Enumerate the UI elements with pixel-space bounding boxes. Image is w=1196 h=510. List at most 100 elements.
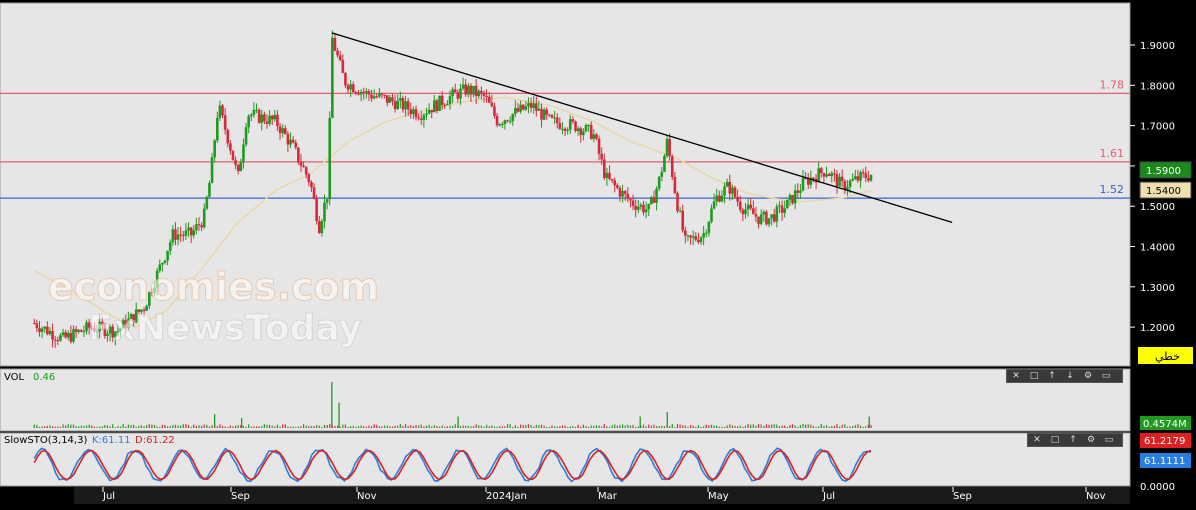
- volume-bar: [146, 425, 148, 428]
- candle-body: [786, 199, 789, 209]
- settings-icon[interactable]: ⚙: [1082, 434, 1100, 446]
- candle-body: [61, 332, 65, 336]
- volume-bar: [250, 426, 252, 428]
- candle-body: [388, 97, 392, 103]
- candle-body: [40, 328, 44, 332]
- volume-bar: [611, 425, 613, 428]
- volume-bar: [645, 426, 647, 428]
- window-icon[interactable]: □: [1025, 370, 1043, 382]
- volume-bar: [527, 424, 530, 428]
- candle-body: [435, 100, 439, 111]
- volume-bar: [133, 424, 135, 428]
- y-tick-label: 1.7000: [1140, 122, 1175, 133]
- expand-icon[interactable]: ▭: [1097, 370, 1115, 382]
- volume-bar: [658, 425, 660, 428]
- price-badge-value: 1.5400: [1146, 186, 1181, 197]
- volume-bar: [606, 426, 608, 428]
- move-up-icon[interactable]: ↑: [1043, 370, 1061, 382]
- volume-bar: [729, 424, 731, 428]
- volume-bar: [556, 426, 558, 428]
- candle-body: [312, 187, 316, 199]
- volume-bar: [781, 425, 783, 428]
- candle-body: [553, 117, 556, 119]
- volume-bar: [671, 424, 673, 428]
- candle-body: [571, 119, 575, 122]
- candle-body: [281, 128, 284, 134]
- volume-bar: [810, 424, 812, 428]
- candle-body: [74, 329, 78, 332]
- volume-panel[interactable]: [0, 368, 1131, 432]
- candle-body: [861, 172, 865, 174]
- candle-body: [464, 84, 467, 95]
- candle-body: [718, 195, 721, 202]
- volume-bar: [870, 424, 872, 428]
- candle-body: [665, 138, 669, 156]
- volume-bar: [533, 426, 535, 428]
- volume-bar: [836, 424, 838, 428]
- volume-bar: [357, 426, 360, 428]
- volume-bar: [483, 426, 485, 428]
- settings-icon[interactable]: ⚙: [1079, 370, 1097, 382]
- candle-body: [720, 195, 724, 202]
- volume-bar: [206, 424, 208, 428]
- candle-body: [534, 103, 538, 111]
- candle-body: [817, 168, 820, 183]
- candle-body: [351, 84, 355, 92]
- candle-body: [448, 96, 452, 105]
- volume-bar: [193, 424, 195, 428]
- volume-bar: [350, 426, 352, 428]
- volume-bar: [512, 426, 514, 428]
- volume-bar: [593, 425, 595, 428]
- chart-canvas: 1.781.611.52 1.90001.80001.70001.60001.5…: [0, 2, 1196, 506]
- volume-bar: [567, 426, 569, 428]
- volume-bar: [83, 426, 85, 428]
- candle-body: [453, 89, 457, 93]
- volume-bar: [305, 425, 307, 428]
- candle-body: [694, 236, 698, 240]
- oscillator-badge-value: 61.1111: [1144, 456, 1185, 467]
- volume-bar: [760, 424, 762, 428]
- window-icon[interactable]: □: [1046, 434, 1064, 446]
- volume-bar: [713, 425, 715, 428]
- candle-body: [780, 205, 784, 213]
- x-tick-label: Sep: [953, 491, 972, 502]
- volume-bar: [472, 426, 475, 428]
- candle-body: [378, 93, 381, 97]
- candle-body: [524, 106, 528, 110]
- volume-bar: [237, 425, 239, 428]
- volume-bar: [276, 424, 279, 428]
- volume-bar: [313, 426, 315, 428]
- volume-bar: [373, 424, 375, 428]
- candle-body: [867, 178, 870, 181]
- volume-bar: [187, 425, 190, 428]
- volume-bar: [36, 424, 38, 428]
- move-down-icon[interactable]: ↓: [1061, 370, 1079, 382]
- volume-bar: [363, 426, 365, 428]
- expand-icon[interactable]: ▭: [1100, 434, 1118, 446]
- oscillator-zero-tick: 0.0000: [1140, 482, 1175, 493]
- candle-body: [215, 117, 219, 141]
- close-icon[interactable]: ✕: [1028, 434, 1046, 446]
- close-icon[interactable]: ✕: [1007, 370, 1025, 382]
- candle-body: [372, 96, 376, 99]
- candle-body: [521, 104, 525, 110]
- volume-bar: [705, 424, 707, 428]
- candle-body: [600, 153, 603, 160]
- volume-bar: [300, 426, 302, 428]
- move-up-icon[interactable]: ↑: [1064, 434, 1082, 446]
- candle-body: [605, 172, 609, 178]
- volume-bar: [669, 425, 671, 428]
- volume-bar: [687, 426, 689, 428]
- candle-body: [205, 196, 209, 209]
- candle-body: [291, 139, 295, 143]
- volume-bar: [786, 426, 788, 428]
- volume-bar: [501, 426, 503, 428]
- candle-body: [851, 179, 854, 181]
- volume-bar: [551, 425, 553, 428]
- candle-body: [574, 121, 577, 132]
- volume-bar: [449, 425, 451, 428]
- level-label-0: 1.78: [1100, 78, 1125, 91]
- volume-spike: [331, 382, 333, 428]
- volume-bar: [514, 425, 516, 428]
- candle-body: [459, 88, 462, 99]
